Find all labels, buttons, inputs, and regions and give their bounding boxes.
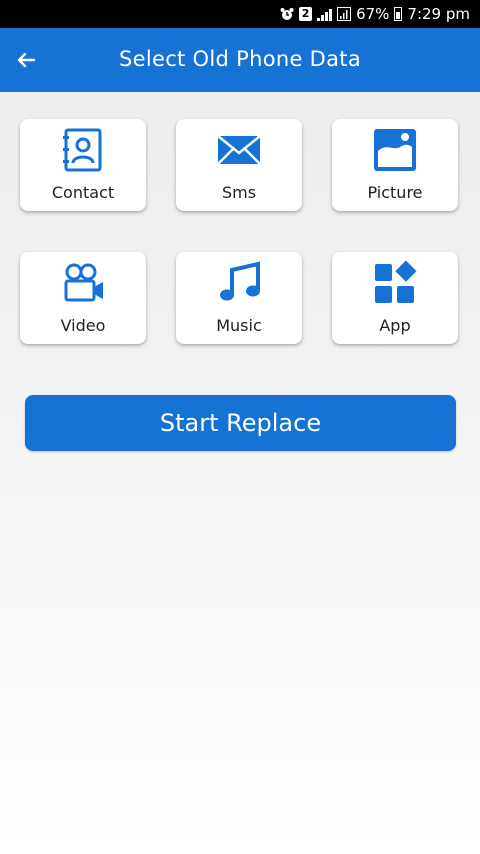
card-label: App [379, 316, 411, 335]
app-bar: Select Old Phone Data [0, 28, 480, 92]
music-card[interactable]: Music [176, 252, 302, 344]
page-title: Select Old Phone Data [119, 47, 361, 71]
card-label: Picture [367, 183, 423, 202]
contact-card[interactable]: Contact [20, 119, 146, 211]
status-time: 7:29 pm [407, 5, 470, 23]
picture-card[interactable]: Picture [332, 119, 458, 211]
battery-icon [394, 7, 403, 21]
picture-icon [374, 129, 416, 171]
card-label: Video [60, 316, 106, 335]
start-replace-button[interactable]: Start Replace [25, 395, 456, 451]
battery-percent: 67% [356, 5, 390, 23]
sim-badge: 2 [299, 7, 313, 21]
envelope-icon [217, 135, 261, 165]
apps-grid-icon [375, 260, 417, 303]
video-camera-icon [64, 263, 103, 302]
card-label: Contact [51, 183, 115, 202]
card-label: Music [216, 316, 262, 335]
signal-box-icon [337, 7, 352, 21]
contact-book-icon [63, 128, 102, 172]
card-label: Sms [221, 183, 257, 202]
signal-icon [317, 7, 333, 21]
sms-card[interactable]: Sms [176, 119, 302, 211]
status-bar: 2 67% 7:29 pm [0, 0, 480, 28]
video-card[interactable]: Video [20, 252, 146, 344]
alarm-icon [280, 8, 294, 20]
app-card[interactable]: App [332, 252, 458, 344]
music-note-icon [220, 261, 260, 301]
